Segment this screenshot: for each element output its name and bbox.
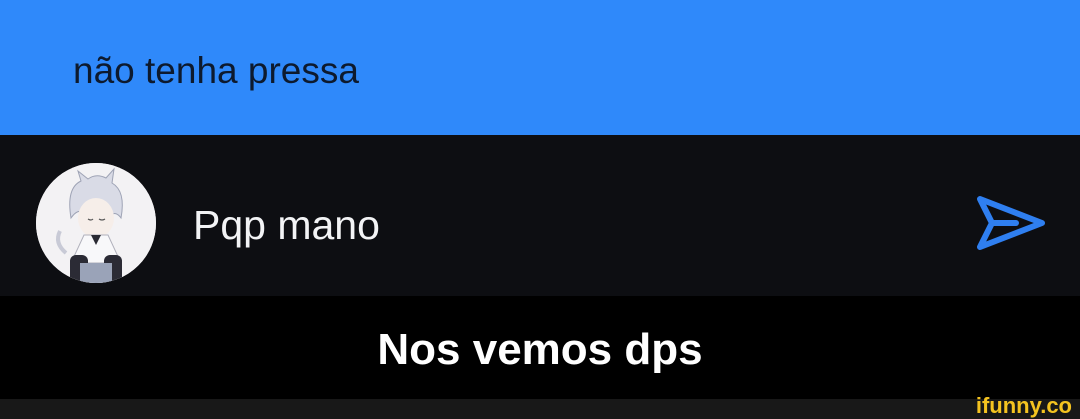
screenshot-page: não tenha pressa Pqp mano Nos vemos dps … — [0, 0, 1080, 419]
message-input[interactable]: Pqp mano — [193, 201, 380, 249]
send-icon — [977, 196, 1045, 250]
avatar[interactable] — [36, 163, 156, 283]
message-bubble: não tenha pressa — [0, 0, 1080, 135]
caption-text: Nos vemos dps — [377, 325, 703, 374]
caption-bar: Nos vemos dps — [0, 296, 1080, 399]
watermark: ifunny.co — [975, 393, 1072, 418]
message-composer: Pqp mano — [0, 135, 1080, 296]
message-text: não tenha pressa — [73, 50, 359, 91]
anime-avatar-icon — [36, 163, 156, 283]
footer-bar — [0, 399, 1080, 419]
send-button[interactable] — [972, 193, 1048, 253]
